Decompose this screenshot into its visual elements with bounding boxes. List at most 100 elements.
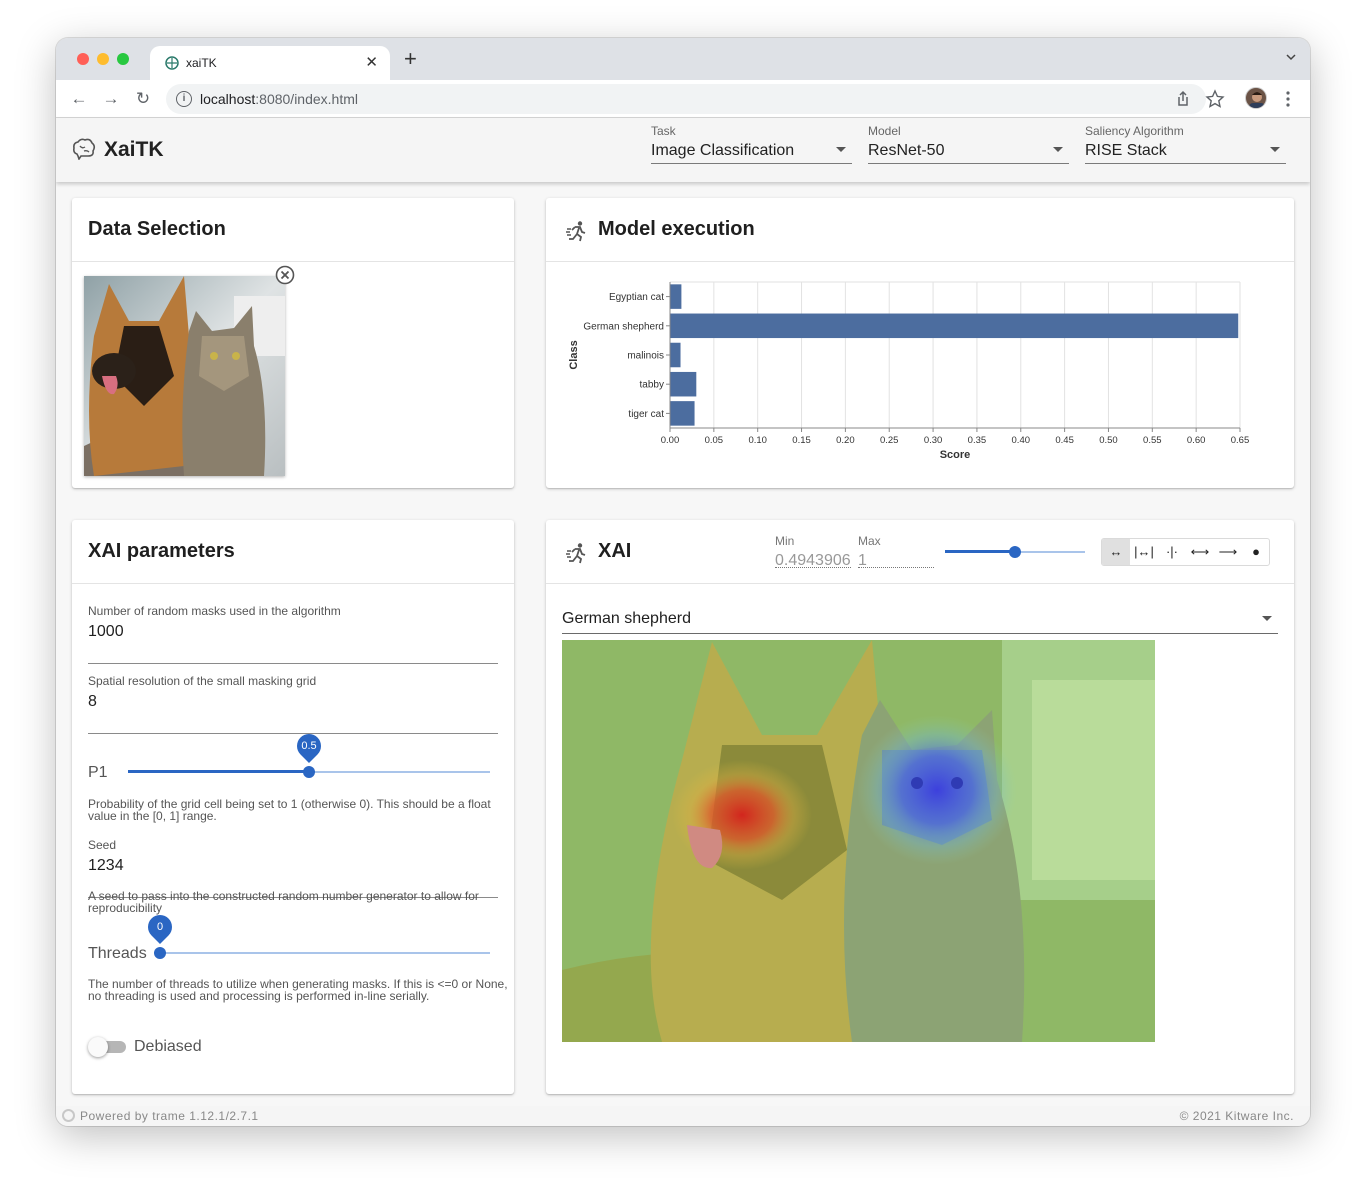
app-footer: Powered by trame 1.12.1/2.7.1 © 2021 Kit… bbox=[56, 1106, 1310, 1126]
brain-logo-icon bbox=[73, 138, 96, 160]
bar bbox=[670, 401, 695, 426]
threads-value: 0 bbox=[156, 921, 164, 933]
model-select[interactable]: Model ResNet-50 bbox=[868, 124, 1069, 164]
seed-value: 1234 bbox=[88, 857, 124, 874]
profile-avatar[interactable] bbox=[1245, 87, 1267, 109]
bar bbox=[670, 284, 682, 309]
close-window-button[interactable] bbox=[77, 53, 89, 65]
powered-by-text: Powered by trame 1.12.1/2.7.1 bbox=[80, 1109, 259, 1123]
bar bbox=[670, 371, 697, 397]
score-bar-chart: 0.00 0.05 0.10 0.15 0.20 0.25 0.30 0.35 0.40 0.45… bbox=[568, 281, 1249, 461]
slider-fill bbox=[945, 550, 1015, 553]
caret-down-icon bbox=[836, 147, 846, 152]
new-tab-icon[interactable]: + bbox=[404, 48, 417, 70]
remove-image-icon[interactable] bbox=[275, 265, 295, 285]
p1-value-bubble: 0.5 bbox=[292, 729, 326, 763]
masks-value: 1000 bbox=[88, 623, 124, 640]
more-menu-icon[interactable] bbox=[1278, 89, 1298, 109]
browser-window: xaiTK ✕ + ← → ↻ i localhost:8080/index.h… bbox=[56, 38, 1310, 1126]
x-tick-label: 0.20 bbox=[836, 435, 855, 446]
x-tick-label: 0.50 bbox=[1099, 435, 1118, 446]
bar bbox=[670, 313, 1239, 339]
tab-strip: xaiTK ✕ + bbox=[56, 38, 1310, 80]
p1-slider[interactable] bbox=[128, 765, 490, 779]
range-mode-button-group: ↔ |↔| ·|· ⟷ ⟶ ● bbox=[1101, 538, 1270, 566]
back-icon[interactable]: ← bbox=[68, 88, 90, 110]
color-range-slider[interactable] bbox=[945, 545, 1085, 559]
p1-hint: Probability of the grid cell being set t… bbox=[88, 797, 491, 823]
class-select-value: German shepherd bbox=[562, 610, 691, 627]
share-icon[interactable] bbox=[1173, 89, 1193, 109]
model-execution-title: Model execution bbox=[598, 218, 755, 240]
maximize-window-button[interactable] bbox=[117, 53, 129, 65]
browser-tab[interactable]: xaiTK ✕ bbox=[150, 46, 390, 80]
chevron-down-icon[interactable] bbox=[1286, 52, 1296, 62]
minimize-window-button[interactable] bbox=[97, 53, 109, 65]
reload-icon[interactable]: ↻ bbox=[132, 88, 154, 110]
run-icon bbox=[566, 543, 586, 564]
xai-title: XAI bbox=[598, 540, 632, 562]
tab-title: xaiTK bbox=[186, 56, 217, 70]
tab-close-icon[interactable]: ✕ bbox=[365, 53, 378, 71]
masks-field[interactable]: Number of random masks used in the algor… bbox=[88, 604, 498, 664]
model-select-value: ResNet-50 bbox=[868, 142, 945, 159]
x-tick-label: 0.25 bbox=[880, 435, 899, 446]
grid-field[interactable]: Spatial resolution of the small masking … bbox=[88, 674, 498, 734]
slider-thumb[interactable] bbox=[303, 766, 315, 778]
x-tick-label: 0.00 bbox=[661, 435, 680, 446]
task-select-value: Image Classification bbox=[651, 142, 795, 159]
card-header: XAI parameters bbox=[72, 520, 514, 584]
center-range-icon[interactable]: ·|· bbox=[1158, 539, 1186, 565]
masks-label: Number of random masks used in the algor… bbox=[88, 604, 341, 618]
slider-fill bbox=[128, 770, 309, 773]
slider-thumb[interactable] bbox=[1009, 546, 1021, 558]
run-icon bbox=[566, 221, 586, 242]
y-axis-label: Class bbox=[568, 340, 580, 369]
x-tick-label: 0.15 bbox=[792, 435, 811, 446]
task-select[interactable]: Task Image Classification bbox=[651, 124, 852, 164]
negative-range-icon[interactable]: ⟷ bbox=[1186, 539, 1214, 565]
full-range-icon[interactable]: ↔ bbox=[1102, 539, 1130, 565]
max-field[interactable]: Max 1 bbox=[858, 528, 934, 569]
fit-range-icon[interactable]: |↔| bbox=[1130, 539, 1158, 565]
slider-thumb[interactable] bbox=[154, 947, 166, 959]
card-header: Model execution bbox=[546, 198, 1294, 262]
trame-logo-icon bbox=[62, 1109, 75, 1122]
class-select[interactable]: German shepherd bbox=[562, 604, 1278, 634]
saliency-select-value: RISE Stack bbox=[1085, 142, 1167, 159]
positive-range-icon[interactable]: ⟶ bbox=[1214, 539, 1242, 565]
data-selection-title: Data Selection bbox=[88, 218, 226, 240]
slider-track bbox=[160, 952, 490, 954]
site-info-icon[interactable]: i bbox=[176, 91, 192, 107]
caret-down-icon bbox=[1053, 147, 1063, 152]
x-tick-label: 0.05 bbox=[705, 435, 724, 446]
app-title: XaiTK bbox=[104, 138, 164, 161]
saliency-select[interactable]: Saliency Algorithm RISE Stack bbox=[1085, 124, 1286, 164]
min-label: Min bbox=[775, 534, 795, 548]
bookmark-star-icon[interactable] bbox=[1205, 89, 1225, 109]
url-path: :8080/index.html bbox=[255, 91, 358, 107]
main-content: Data Selection Model execution 0.00 0.05… bbox=[56, 182, 1310, 1106]
y-tick-label: tabby bbox=[640, 380, 664, 391]
toggle-thumb bbox=[88, 1037, 108, 1057]
y-tick-label: German shepherd bbox=[583, 321, 664, 332]
card-header: Data Selection bbox=[72, 198, 514, 262]
x-axis-label: Score bbox=[940, 449, 971, 461]
grid-value: 8 bbox=[88, 693, 97, 710]
address-bar[interactable]: i localhost:8080/index.html bbox=[166, 84, 1206, 114]
model-execution-card: Model execution 0.00 0.05 0.10 0.15 0.20 0.25… bbox=[546, 198, 1294, 488]
forward-icon[interactable]: → bbox=[100, 88, 122, 110]
saliency-heatmap-image[interactable] bbox=[562, 640, 1155, 1042]
debiased-toggle[interactable] bbox=[88, 1036, 126, 1058]
min-field[interactable]: Min 0.4943906 bbox=[775, 528, 851, 569]
task-select-label: Task bbox=[651, 124, 676, 138]
browser-toolbar: ← → ↻ i localhost:8080/index.html bbox=[56, 80, 1310, 118]
bar bbox=[670, 342, 681, 368]
input-image-thumbnail[interactable] bbox=[84, 276, 285, 476]
threads-slider[interactable] bbox=[154, 946, 490, 960]
caret-down-icon bbox=[1262, 616, 1272, 621]
person-icon[interactable]: ● bbox=[1242, 539, 1269, 565]
xai-parameters-card: XAI parameters Number of random masks us… bbox=[72, 520, 514, 1094]
x-tick-label: 0.10 bbox=[748, 435, 767, 446]
xai-card: XAI Min 0.4943906 Max 1 ↔ |↔| ·|· ⟷ ⟶ ● … bbox=[546, 520, 1294, 1094]
